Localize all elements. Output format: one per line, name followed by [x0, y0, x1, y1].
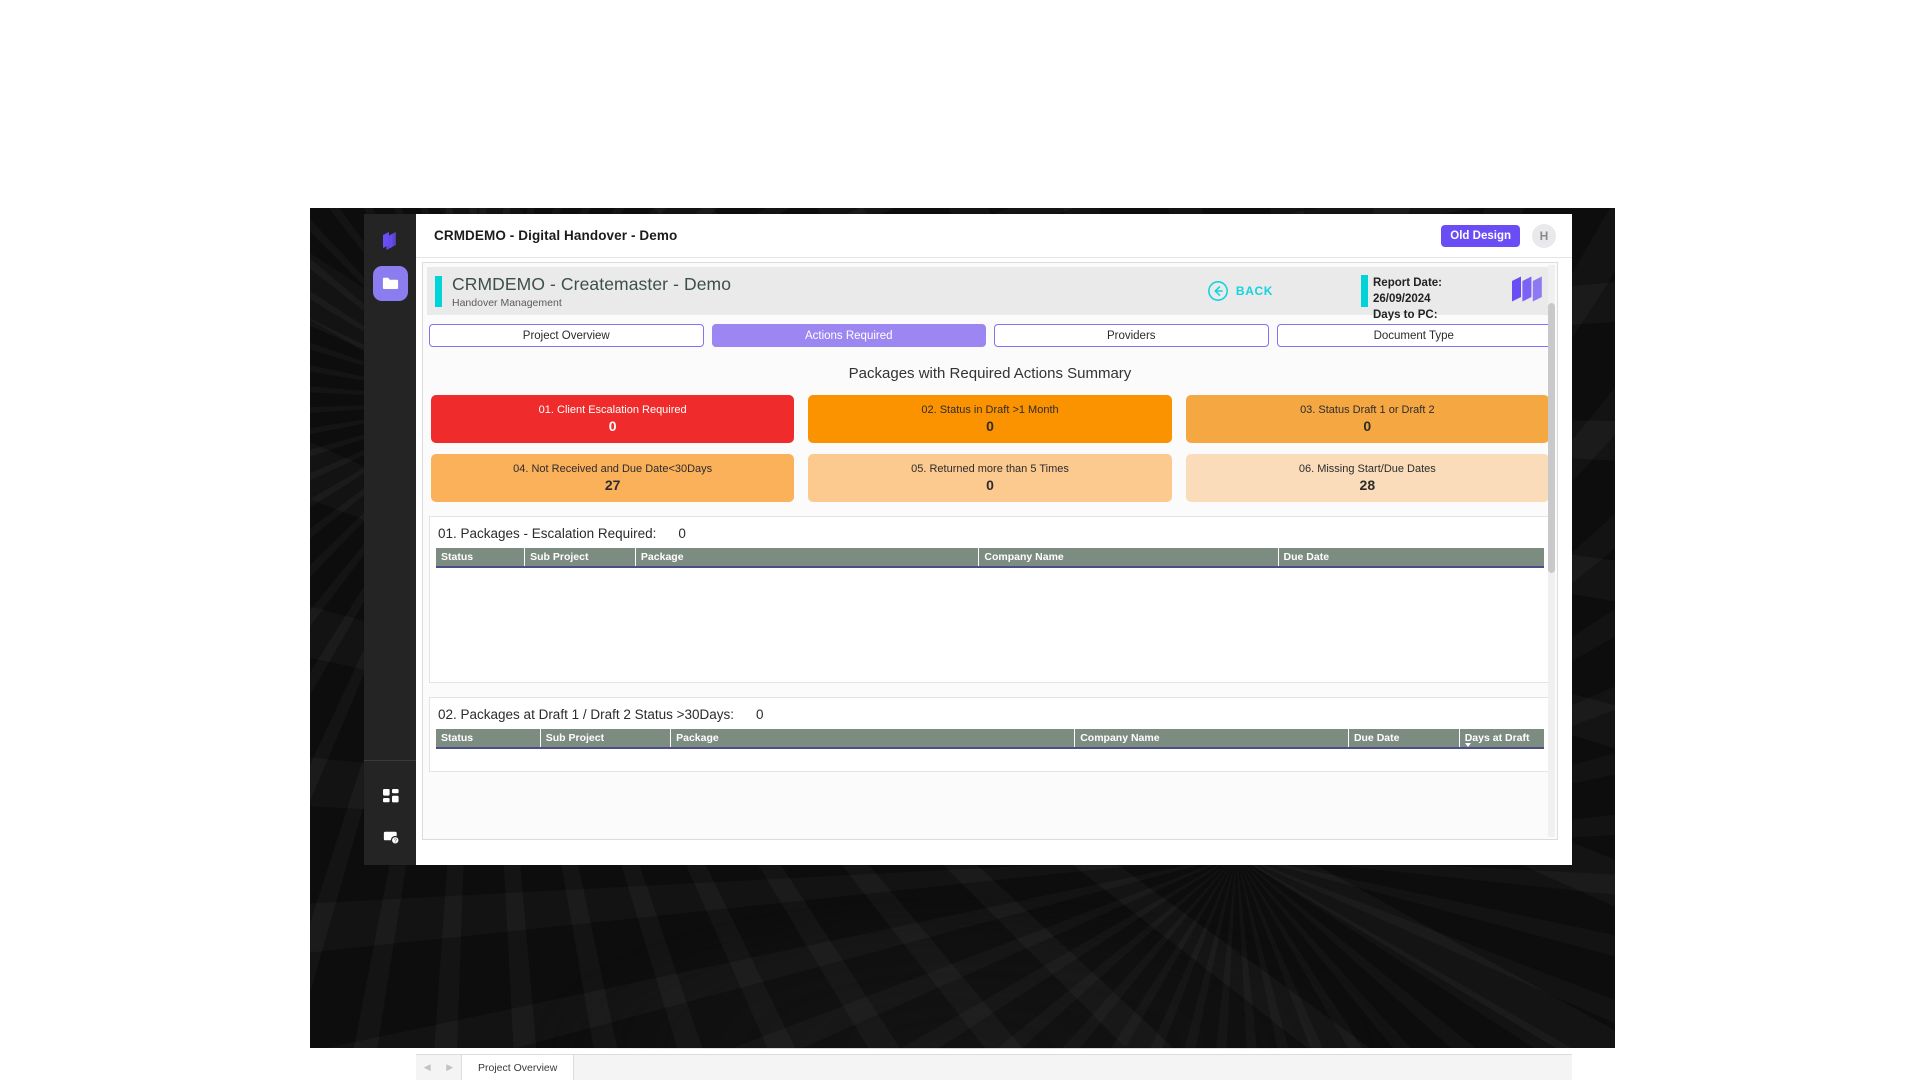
- draft-status-table: Status Sub Project Package Company Name …: [436, 729, 1544, 749]
- table-card-draft-status: 02. Packages at Draft 1 / Draft 2 Status…: [429, 697, 1551, 772]
- report-scrollbar-thumb[interactable]: [1548, 303, 1555, 573]
- kpi-card-02[interactable]: 02. Status in Draft >1 Month 0: [808, 395, 1172, 443]
- kpi-card-03[interactable]: 03. Status Draft 1 or Draft 2 0: [1185, 395, 1549, 443]
- report-canvas: CRMDEMO - Createmaster - Demo Handover M…: [422, 262, 1558, 840]
- kpi-card-04[interactable]: 04. Not Received and Due Date<30Days 27: [431, 454, 795, 502]
- table-heading-count: 0: [756, 707, 764, 722]
- footer-tab-strip: ◀ ▶ Project Overview: [416, 1054, 1572, 1080]
- report-header: CRMDEMO - Createmaster - Demo Handover M…: [427, 267, 1553, 321]
- footer-nav-arrows: ◀ ▶: [416, 1055, 462, 1080]
- sidebar-item-folder[interactable]: [373, 266, 408, 301]
- app-logo-icon: [374, 226, 406, 258]
- tab-actions-required[interactable]: Actions Required: [711, 324, 986, 347]
- back-button[interactable]: BACK: [1207, 280, 1273, 302]
- table-card-escalation-required: 01. Packages - Escalation Required: 0 St…: [429, 516, 1551, 683]
- table-heading-count: 0: [678, 526, 686, 541]
- column-header-status[interactable]: Status: [436, 548, 526, 568]
- report-tabs: Project Overview Actions Required Provid…: [429, 324, 1551, 347]
- table-heading: 01. Packages - Escalation Required: 0: [438, 526, 1544, 541]
- report-date-label: Report Date: 26/09/2024: [1373, 277, 1443, 305]
- table-heading-label: 02. Packages at Draft 1 / Draft 2 Status…: [438, 707, 735, 722]
- top-bar: CRMDEMO - Digital Handover - Demo Old De…: [416, 214, 1572, 258]
- kpi-label: 06. Missing Start/Due Dates: [1298, 463, 1436, 475]
- kpi-value: 0: [1363, 418, 1372, 434]
- title-accent-bar: [435, 276, 442, 307]
- summary-title: Packages with Required Actions Summary: [848, 365, 1132, 382]
- folder-icon: [382, 277, 399, 290]
- old-design-button[interactable]: Old Design: [1441, 225, 1520, 247]
- days-to-pc-label: Days to PC:: [1373, 309, 1438, 321]
- column-header-days-at-draft-label: Days at Draft: [1464, 732, 1530, 744]
- report-title: CRMDEMO - Createmaster - Demo: [452, 274, 732, 294]
- kpi-label: 03. Status Draft 1 or Draft 2: [1300, 404, 1435, 416]
- kpi-value: 28: [1359, 477, 1376, 493]
- sort-descending-icon: [1464, 743, 1471, 746]
- rail-bottom-group: ?: [364, 760, 416, 865]
- sidebar-item-apps[interactable]: [373, 779, 408, 814]
- report-date-block: Report Date: 26/09/2024 Days to PC:: [1373, 275, 1493, 323]
- kpi-label: 04. Not Received and Due Date<30Days: [513, 463, 713, 475]
- tab-providers[interactable]: Providers: [994, 324, 1269, 347]
- svg-text:?: ?: [394, 839, 397, 845]
- date-accent-bar: [1361, 275, 1368, 307]
- kpi-card-06[interactable]: 06. Missing Start/Due Dates 28: [1185, 454, 1549, 502]
- sidebar-item-support[interactable]: ?: [373, 819, 408, 854]
- kpi-card-01[interactable]: 01. Client Escalation Required 0: [431, 395, 795, 443]
- avatar[interactable]: H: [1532, 224, 1556, 248]
- back-label: BACK: [1235, 284, 1273, 298]
- escalation-required-table: Status Sub Project Package Company Name …: [436, 548, 1544, 568]
- chevron-left-icon[interactable]: ◀: [424, 1062, 431, 1073]
- left-rail: ?: [364, 214, 416, 865]
- escalation-required-table-body-empty: [436, 568, 1544, 676]
- column-header-due-date[interactable]: Due Date: [1348, 729, 1460, 749]
- column-header-sub-project[interactable]: Sub Project: [524, 548, 636, 568]
- kpi-value: 27: [604, 477, 621, 493]
- column-header-company-name[interactable]: Company Name: [1074, 729, 1349, 749]
- table-header-row: Status Sub Project Package Company Name …: [436, 548, 1544, 568]
- kpi-value: 0: [986, 418, 994, 434]
- help-badge-icon: ?: [383, 831, 400, 845]
- arrow-left-circle-icon: [1207, 281, 1228, 301]
- grid-apps-icon: [382, 788, 399, 802]
- column-header-sub-project[interactable]: Sub Project: [540, 729, 672, 749]
- column-header-status[interactable]: Status: [436, 729, 541, 749]
- kpi-value: 0: [986, 477, 994, 493]
- table-heading-label: 01. Packages - Escalation Required:: [438, 526, 657, 541]
- kpi-label: 02. Status in Draft >1 Month: [921, 404, 1059, 416]
- kpi-value: 0: [608, 418, 617, 434]
- table-heading: 02. Packages at Draft 1 / Draft 2 Status…: [438, 707, 1544, 722]
- tab-project-overview[interactable]: Project Overview: [429, 324, 704, 347]
- chevron-right-icon[interactable]: ▶: [446, 1062, 453, 1073]
- column-header-due-date[interactable]: Due Date: [1278, 548, 1544, 568]
- brand-logo-icon: [1505, 272, 1545, 315]
- column-header-company-name[interactable]: Company Name: [978, 548, 1279, 568]
- column-header-package[interactable]: Package: [670, 729, 1076, 749]
- kpi-label: 05. Returned more than 5 Times: [911, 463, 1069, 475]
- tab-document-type[interactable]: Document Type: [1276, 324, 1551, 347]
- draft-status-table-body-empty: [436, 749, 1544, 765]
- table-header-row: Status Sub Project Package Company Name …: [436, 729, 1544, 749]
- kpi-label: 01. Client Escalation Required: [538, 404, 687, 416]
- kpi-card-05[interactable]: 05. Returned more than 5 Times 0: [808, 454, 1172, 502]
- report-subtitle: Handover Management: [452, 297, 562, 309]
- screen: ? CRMDEMO - Digital Handover - Demo Old …: [0, 0, 1920, 1080]
- footer-tab-project-overview[interactable]: Project Overview: [462, 1055, 575, 1080]
- column-header-package[interactable]: Package: [635, 548, 980, 568]
- kpi-grid: 01. Client Escalation Required 0 02. Sta…: [431, 395, 1549, 502]
- page-title: CRMDEMO - Digital Handover - Demo: [434, 228, 678, 243]
- column-header-days-at-draft[interactable]: Days at Draft: [1459, 729, 1544, 749]
